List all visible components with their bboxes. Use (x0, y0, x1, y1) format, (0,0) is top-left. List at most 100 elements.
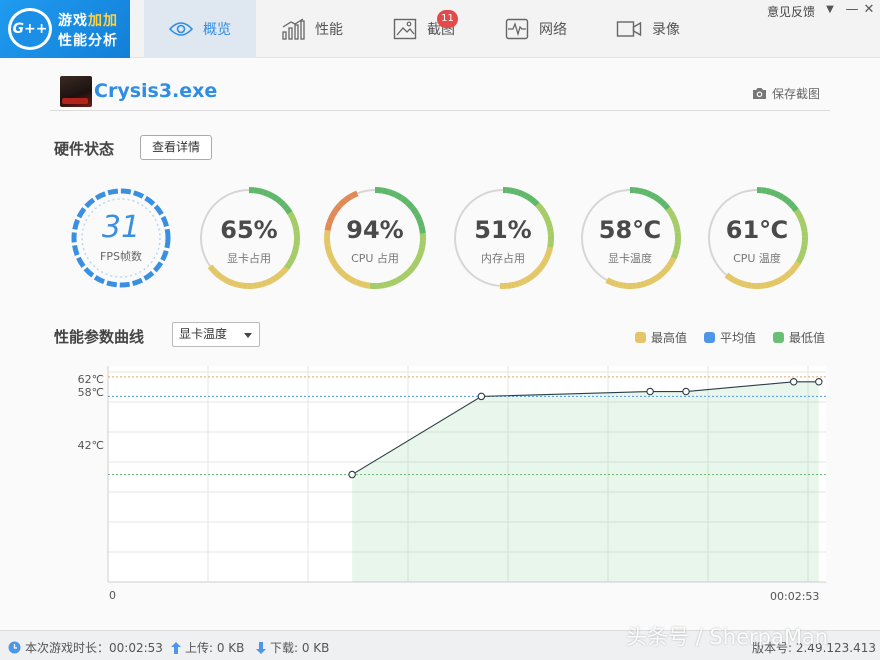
gauge-arc (355, 279, 364, 288)
gauge-arc (659, 199, 668, 208)
pulse-icon (505, 18, 529, 40)
legend-max: 最高值 (635, 329, 687, 346)
gauge-arc (640, 280, 646, 288)
gauge-arc (649, 192, 657, 200)
gauge-arc (760, 282, 766, 289)
gauge-arc (388, 189, 397, 198)
gauge-arc (656, 197, 664, 205)
data-point (348, 470, 356, 479)
gauge-arc (214, 271, 223, 280)
memory-usage-gauge: 51% 内存占用 (451, 186, 555, 290)
gauge-arc (532, 199, 540, 207)
gauge-arc (724, 272, 732, 281)
tab-label: 概览 (203, 22, 231, 38)
gauge-arc (644, 279, 651, 287)
gauge-arc (790, 264, 799, 272)
gauge-arc (383, 280, 392, 289)
fps-label: FPS帧数 (100, 250, 142, 263)
minimize-button[interactable]: — (845, 2, 859, 17)
menu-dropdown-icon[interactable]: ▼ (823, 4, 837, 15)
gauge-arc (793, 208, 802, 216)
image-icon (393, 18, 417, 40)
gauge-arc (535, 202, 543, 210)
gauge-arc (526, 194, 534, 202)
gauge-arc (530, 271, 538, 279)
gauge-arc (227, 278, 235, 287)
cpu-temp-gauge: 61℃ CPU 温度 (705, 186, 809, 290)
gauge-arc (514, 280, 520, 288)
gauge-arc (535, 266, 543, 273)
gauge-arc (605, 277, 613, 285)
gpu-usage-gauge: 65% 显卡占用 (197, 186, 301, 290)
gauge-arc (761, 187, 767, 194)
x-axis-start: 0 (109, 589, 116, 602)
view-details-button[interactable]: 查看详情 (140, 135, 212, 160)
tab-overview[interactable]: 概览 (144, 0, 256, 58)
logo-mark: G++ (11, 11, 49, 47)
gauge-arc (732, 277, 740, 285)
legend-label: 最低值 (789, 331, 826, 345)
metric-select[interactable]: 显卡温度 (172, 322, 260, 347)
gauge-arc (218, 274, 227, 282)
gauge-arc (400, 195, 410, 205)
gauge-arc (348, 276, 358, 285)
screenshot-count-badge: 11 (437, 10, 458, 28)
play-duration: 本次游戏时长：00:02:53 (8, 639, 163, 656)
gauge-arc (261, 279, 269, 287)
gauge-arc (772, 278, 780, 286)
gauge-arc (636, 281, 642, 289)
gauge-arc (253, 187, 260, 194)
gauge-arc (746, 281, 752, 289)
feedback-link[interactable]: 意见反馈 (767, 3, 815, 20)
gauge-arc (265, 277, 273, 286)
gauge-arc (517, 279, 524, 287)
gpu-usage-label: 显卡占用 (227, 252, 271, 265)
gauge-arc (520, 191, 527, 199)
gauge-arc (768, 280, 776, 288)
clock-icon (8, 641, 21, 654)
gauge-arc (777, 192, 785, 201)
game-icon (60, 76, 92, 107)
gauge-arc (537, 205, 545, 213)
gauge-arc (787, 267, 796, 276)
gauge-arc (780, 273, 788, 282)
tab-network[interactable]: 网络 (480, 0, 592, 58)
data-point (646, 387, 654, 396)
gauge-arc (613, 280, 620, 288)
gauge-arc (274, 196, 283, 205)
gauge-arc (527, 273, 535, 281)
fps-value: 31 (101, 210, 141, 245)
divider (50, 110, 830, 111)
data-point (815, 378, 823, 386)
hardware-status-title: 硬件状态 (54, 140, 115, 158)
gauge-arc (539, 208, 548, 216)
gauge-arc (381, 187, 390, 195)
gauge-arc (665, 206, 673, 214)
legend-swatch-min (773, 332, 784, 343)
legend-min: 最低值 (773, 329, 825, 346)
gauge-arc (277, 269, 286, 278)
tab-screenshots[interactable]: 截图 11 (368, 0, 480, 58)
gauge-arc (273, 272, 282, 281)
gauge-arc (521, 277, 528, 285)
tab-label: 网络 (539, 22, 567, 38)
gauge-arc (661, 267, 669, 275)
gauge-arc (237, 281, 244, 289)
gauge-arc (389, 277, 399, 287)
tab-label: 性能 (315, 22, 343, 38)
save-screenshot-button[interactable]: 保存截图 (752, 85, 820, 102)
close-button[interactable]: ✕ (862, 2, 876, 17)
tab-performance[interactable]: 性能 (256, 0, 368, 58)
upload-stat: 上传: 0 KB (171, 639, 244, 656)
gauge-arc (349, 190, 359, 200)
gauge-arc (394, 191, 404, 201)
save-screenshot-label: 保存截图 (772, 87, 821, 101)
gauge-arc (736, 279, 744, 287)
gauge-arc (232, 280, 239, 288)
gauge-arc (651, 275, 659, 283)
tab-recording[interactable]: 录像 (592, 0, 704, 58)
gauge-arc (257, 281, 264, 289)
gauge-arc (741, 280, 748, 288)
gauge-arc (773, 190, 781, 199)
app-logo: G++ 游戏加加 性能分析 (0, 0, 130, 58)
